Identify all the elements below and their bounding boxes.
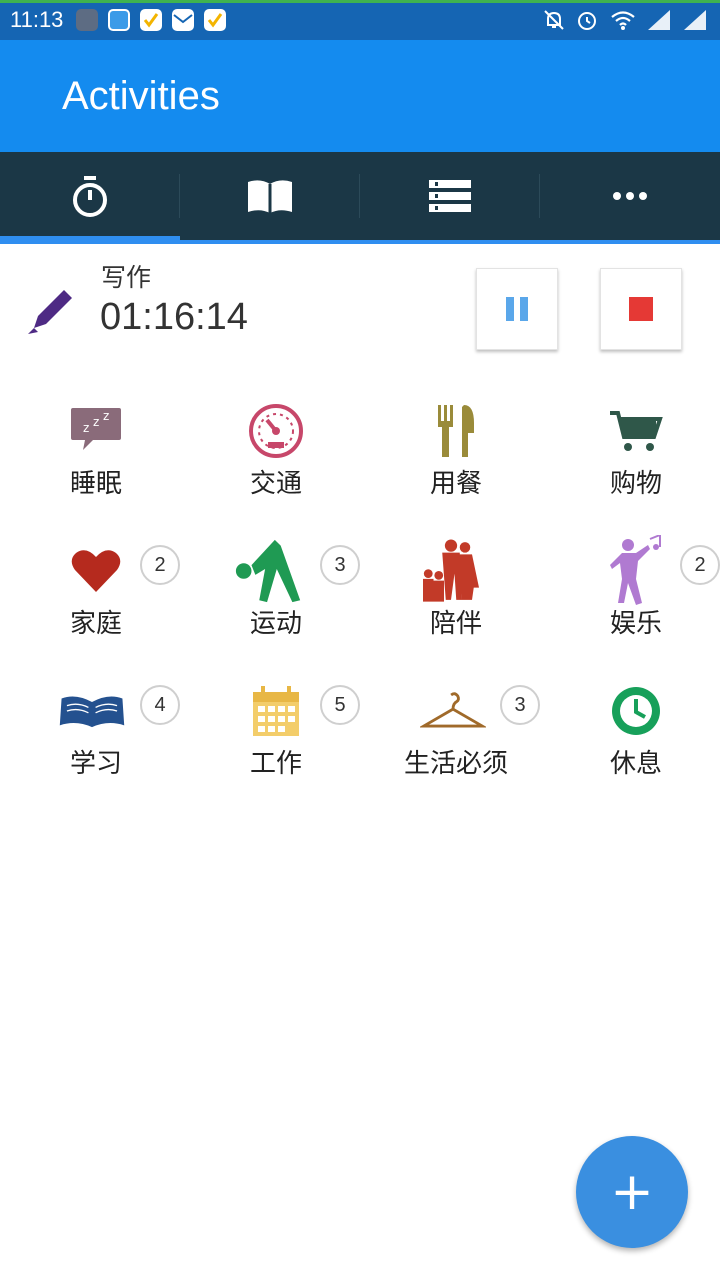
- category-label: 学习: [69, 749, 122, 779]
- category-rest[interactable]: 休息: [546, 673, 720, 803]
- signal-icon: [648, 10, 670, 30]
- open-book-icon: [59, 683, 126, 739]
- category-label: 交通: [249, 469, 302, 499]
- category-entertainment[interactable]: 2 娱乐: [546, 533, 720, 663]
- check-circle-notification-icon: [108, 9, 130, 31]
- tab-list[interactable]: [360, 152, 540, 240]
- family-icon: [423, 539, 486, 602]
- category-family[interactable]: 2 家庭: [6, 533, 186, 663]
- count-badge: 3: [500, 685, 540, 725]
- task-notification-icon: [204, 9, 226, 31]
- dance-icon: [606, 535, 666, 605]
- app-bar: Activities: [0, 40, 720, 152]
- stop-icon: [629, 297, 653, 321]
- pause-icon: [506, 297, 528, 321]
- svg-text:z: z: [103, 409, 109, 423]
- category-label: 生活必须: [403, 749, 508, 779]
- pause-button[interactable]: [476, 268, 558, 350]
- tab-bar: [0, 152, 720, 244]
- category-label: 睡眠: [69, 469, 122, 499]
- category-label: 用餐: [429, 469, 482, 499]
- tab-timer[interactable]: [0, 152, 180, 244]
- category-work[interactable]: 5 工作: [186, 673, 366, 803]
- category-sleep[interactable]: zzz 睡眠: [6, 393, 186, 523]
- category-dining[interactable]: 用餐: [366, 393, 546, 523]
- category-companionship[interactable]: 陪伴: [366, 533, 546, 663]
- status-bar: 11:13: [0, 0, 720, 40]
- cutlery-icon: [426, 403, 486, 459]
- add-activity-button[interactable]: +: [576, 1136, 688, 1248]
- status-time: 11:13: [10, 7, 64, 32]
- count-badge: 5: [320, 685, 360, 725]
- status-progress-line: [0, 0, 720, 3]
- more-icon: [613, 192, 647, 200]
- category-label: 购物: [609, 469, 662, 499]
- current-activity: 写作 01:16:14: [0, 244, 720, 364]
- category-label: 休息: [609, 749, 662, 779]
- category-label: 工作: [249, 749, 302, 779]
- category-label: 家庭: [69, 609, 122, 639]
- elapsed-time: 01:16:14: [100, 296, 248, 338]
- category-exercise[interactable]: 3 运动: [186, 533, 366, 663]
- alarm-icon: [578, 12, 596, 30]
- category-transport[interactable]: 交通: [186, 393, 366, 523]
- count-badge: 2: [140, 545, 180, 585]
- task-notification-icon: [140, 9, 162, 31]
- category-study[interactable]: 4 学习: [6, 673, 186, 803]
- category-necessities[interactable]: 3 生活必须: [366, 673, 546, 803]
- tab-journal[interactable]: [180, 152, 360, 240]
- count-badge: 2: [680, 545, 720, 585]
- mail-notification-icon: [172, 9, 194, 31]
- clock-icon: [606, 683, 666, 739]
- count-badge: 3: [320, 545, 360, 585]
- hanger-icon: [420, 683, 486, 739]
- list-icon: [429, 180, 471, 212]
- pencil-icon: [28, 290, 72, 334]
- book-icon: [248, 180, 292, 213]
- cart-icon: [606, 403, 666, 459]
- exercise-icon: [235, 539, 306, 603]
- signal-icon: [684, 10, 706, 30]
- stop-button[interactable]: [600, 268, 682, 350]
- svg-text:z: z: [83, 421, 89, 435]
- heart-icon: [66, 543, 126, 599]
- wifi-icon: [611, 11, 635, 30]
- speedometer-icon: [246, 403, 306, 459]
- category-label: 娱乐: [609, 609, 662, 639]
- mute-icon: [544, 10, 564, 30]
- calendar-icon: [246, 683, 306, 739]
- svg-text:z: z: [93, 415, 99, 429]
- app-notification-icon: [76, 9, 98, 31]
- category-shopping[interactable]: 购物: [546, 393, 720, 523]
- category-label: 运动: [249, 609, 302, 639]
- count-badge: 4: [140, 685, 180, 725]
- sleep-icon: zzz: [66, 403, 126, 459]
- current-activity-name: 写作: [101, 263, 152, 292]
- page-title: Activities: [62, 74, 220, 118]
- stopwatch-icon: [73, 176, 107, 217]
- tab-more[interactable]: [540, 152, 720, 240]
- category-label: 陪伴: [429, 609, 482, 639]
